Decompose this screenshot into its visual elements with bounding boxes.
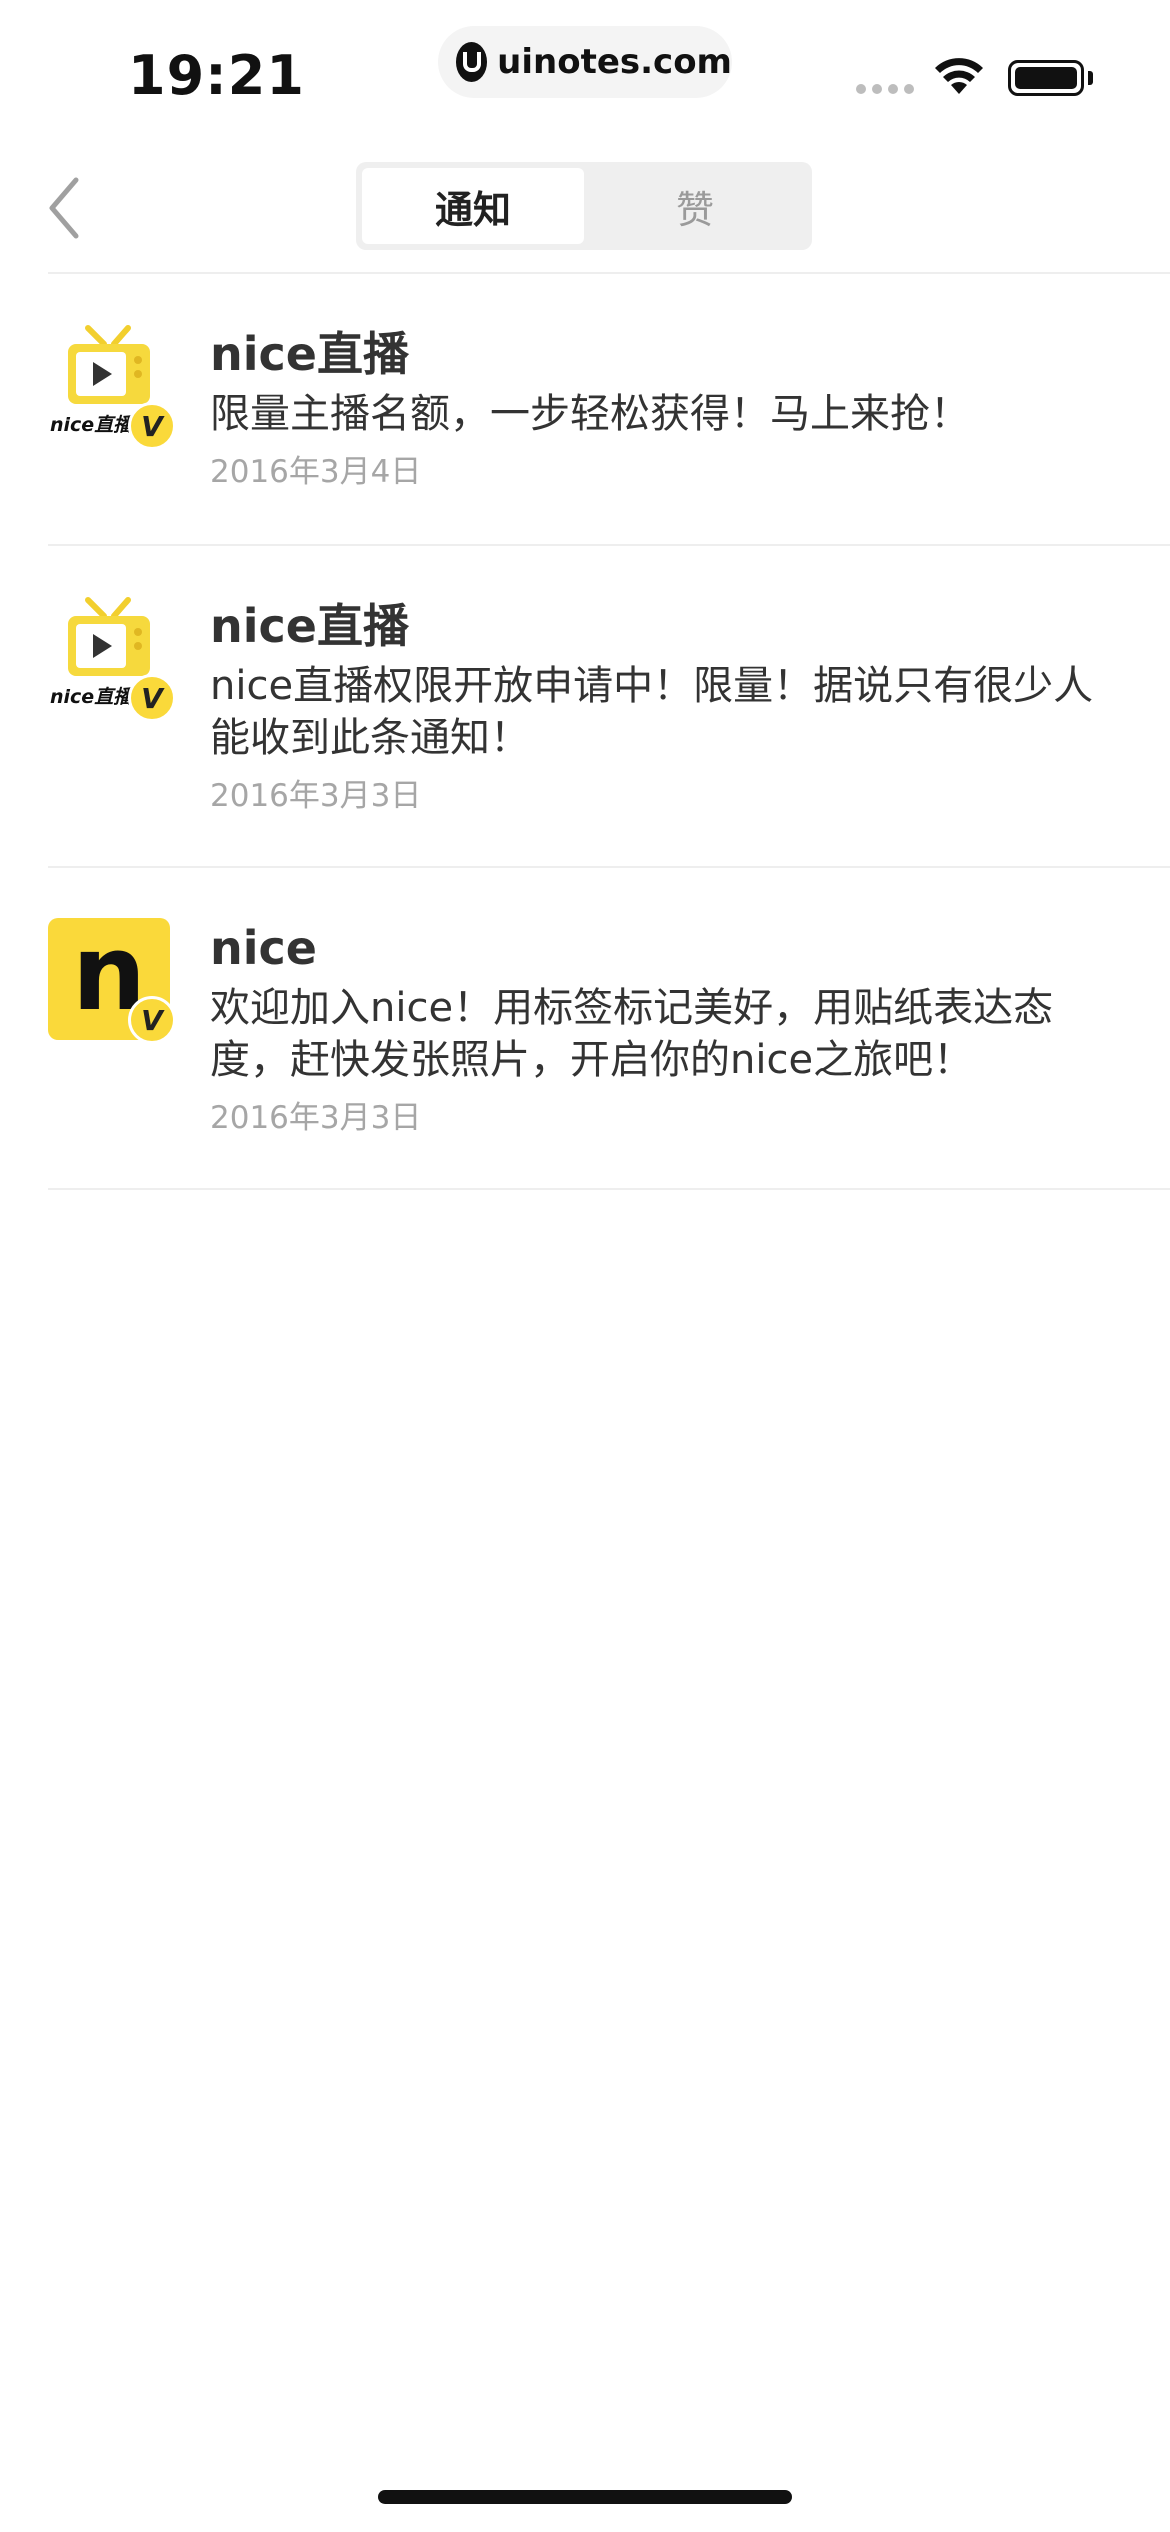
url-pill[interactable]: uinotes.com: [438, 26, 732, 98]
chevron-left-icon[interactable]: [40, 168, 90, 248]
item-text: nice直播权限开放申请中！限量！据说只有很少人能收到此条通知！: [210, 663, 1094, 761]
verified-badge-icon: V: [128, 402, 176, 450]
nice-live-tv-icon: nice直播 V: [48, 324, 176, 450]
list-item[interactable]: n V nice 欢迎加入nice！用标签标记美好，用贴纸表达态度，赶快发张照片…: [0, 868, 1170, 1190]
segmented-control: 通知 赞: [356, 162, 812, 250]
item-date: 2016年3月3日: [210, 778, 422, 814]
item-title: nice: [210, 921, 317, 975]
item-body: nice直播 nice直播权限开放申请中！限量！据说只有很少人能收到此条通知！ …: [210, 596, 1110, 868]
item-date: 2016年3月4日: [210, 454, 422, 490]
item-date: 2016年3月3日: [210, 1100, 422, 1136]
status-time: 19:21: [128, 44, 305, 107]
tab-likes[interactable]: 赞: [584, 168, 806, 244]
wifi-icon: [935, 58, 983, 94]
notification-list: nice直播 V nice直播 限量主播名额，一步轻松获得！马上来抢！ 2016…: [0, 274, 1170, 1190]
avatar-label: nice直播: [50, 414, 133, 436]
avatar-label: nice直播: [50, 686, 133, 708]
site-logo-icon: [456, 42, 488, 82]
item-text: 欢迎加入nice！用标签标记美好，用贴纸表达态度，赶快发张照片，开启你的nice…: [210, 985, 1054, 1083]
status-bar: 19:21 uinotes.com: [0, 0, 1170, 140]
verified-badge-icon: V: [128, 996, 176, 1044]
tab-notifications[interactable]: 通知: [362, 168, 584, 244]
url-text: uinotes.com: [497, 42, 732, 82]
nice-live-tv-icon: nice直播 V: [48, 596, 176, 722]
screen: 19:21 uinotes.com 通知 赞 nice直播 V nice直播 限…: [0, 0, 1170, 2532]
nice-logo-icon: n V: [48, 918, 176, 1044]
list-item[interactable]: nice直播 V nice直播 限量主播名额，一步轻松获得！马上来抢！ 2016…: [0, 274, 1170, 546]
nav-bar: 通知 赞: [0, 140, 1170, 274]
list-item[interactable]: nice直播 V nice直播 nice直播权限开放申请中！限量！据说只有很少人…: [0, 546, 1170, 868]
item-body: nice直播 限量主播名额，一步轻松获得！马上来抢！ 2016年3月4日: [210, 324, 1110, 546]
battery-cap: [1088, 71, 1093, 85]
item-title: nice直播: [210, 599, 409, 653]
item-text: 限量主播名额，一步轻松获得！马上来抢！: [210, 391, 970, 437]
item-title: nice直播: [210, 327, 409, 381]
verified-badge-icon: V: [128, 674, 176, 722]
signal-dots-icon: [856, 84, 914, 94]
item-divider: [48, 1188, 1170, 1190]
item-body: nice 欢迎加入nice！用标签标记美好，用贴纸表达态度，赶快发张照片，开启你…: [210, 918, 1110, 1190]
battery-icon: [1008, 60, 1084, 96]
home-indicator[interactable]: [378, 2490, 792, 2504]
